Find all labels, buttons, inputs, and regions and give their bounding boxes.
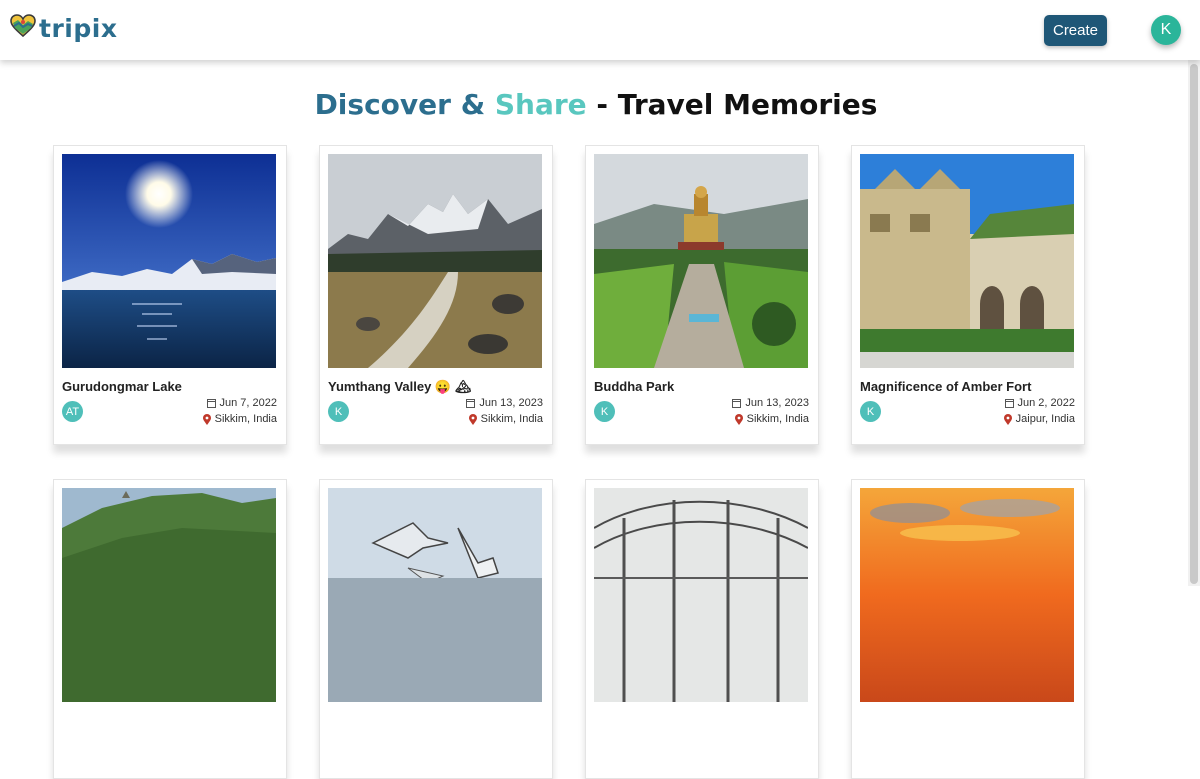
logo[interactable]: tripix [10, 14, 117, 43]
post-image[interactable] [860, 488, 1074, 702]
post-location: Jaipur, India [1003, 413, 1075, 425]
title-ampersand: & [460, 88, 486, 121]
post-image[interactable] [594, 488, 808, 702]
post-location-text: Sikkim, India [214, 413, 277, 425]
post-title: Yumthang Valley 😛 🏔 [328, 379, 472, 394]
post-date-text: Jun 7, 2022 [219, 397, 278, 409]
heart-map-icon [10, 14, 36, 43]
post-date-text: Jun 13, 2023 [479, 397, 543, 409]
post-date-text: Jun 2, 2022 [1017, 397, 1076, 409]
author-avatar: K [860, 401, 881, 422]
post-card[interactable]: Magnificence of Amber Fort K Jun 2, 2022… [851, 145, 1085, 445]
calendar-icon [1004, 399, 1014, 408]
post-image[interactable] [62, 154, 276, 368]
user-avatar[interactable]: K [1151, 15, 1181, 45]
post-date: Jun 13, 2023 [466, 397, 543, 409]
title-rest: - Travel Memories [586, 88, 878, 121]
post-image[interactable] [328, 488, 542, 702]
scrollbar-thumb[interactable] [1190, 64, 1198, 584]
post-card[interactable]: Yumthang Valley 😛 🏔 K Jun 13, 2023 Sikki… [319, 145, 553, 445]
post-image[interactable] [860, 154, 1074, 368]
map-pin-icon [202, 413, 211, 425]
post-location: Sikkim, India [202, 413, 277, 425]
app-name: tripix [39, 14, 118, 43]
post-image[interactable] [594, 154, 808, 368]
create-button[interactable]: Create [1044, 15, 1107, 46]
post-date-text: Jun 13, 2023 [745, 397, 809, 409]
post-image[interactable] [328, 154, 542, 368]
post-title: Gurudongmar Lake [62, 379, 182, 394]
map-pin-icon [468, 413, 477, 425]
post-card[interactable] [585, 479, 819, 779]
post-card[interactable] [851, 479, 1085, 779]
author-avatar: AT [62, 401, 83, 422]
post-title: Buddha Park [594, 379, 675, 394]
post-title: Magnificence of Amber Fort [860, 379, 1032, 394]
post-date: Jun 7, 2022 [206, 397, 278, 409]
post-location-text: Sikkim, India [480, 413, 543, 425]
post-card[interactable]: Gurudongmar Lake AT Jun 7, 2022 Sikkim, … [53, 145, 287, 445]
post-card[interactable]: Buddha Park K Jun 13, 2023 Sikkim, India [585, 145, 819, 445]
post-location: Sikkim, India [734, 413, 809, 425]
post-date: Jun 13, 2023 [732, 397, 809, 409]
calendar-icon [466, 399, 476, 408]
post-card[interactable] [53, 479, 287, 779]
page-title: Discover & Share - Travel Memories [0, 88, 1192, 121]
title-share: Share [494, 88, 587, 121]
map-pin-icon [1003, 413, 1012, 425]
calendar-icon [206, 399, 216, 408]
post-location-text: Sikkim, India [746, 413, 809, 425]
map-pin-icon [734, 413, 743, 425]
title-discover: Discover [314, 88, 451, 121]
author-avatar: K [328, 401, 349, 422]
calendar-icon [732, 399, 742, 408]
post-image[interactable] [62, 488, 276, 702]
post-card[interactable] [319, 479, 553, 779]
post-location: Sikkim, India [468, 413, 543, 425]
post-date: Jun 2, 2022 [1004, 397, 1076, 409]
author-avatar: K [594, 401, 615, 422]
navbar: tripix Create K [0, 0, 1200, 60]
post-location-text: Jaipur, India [1015, 413, 1075, 425]
